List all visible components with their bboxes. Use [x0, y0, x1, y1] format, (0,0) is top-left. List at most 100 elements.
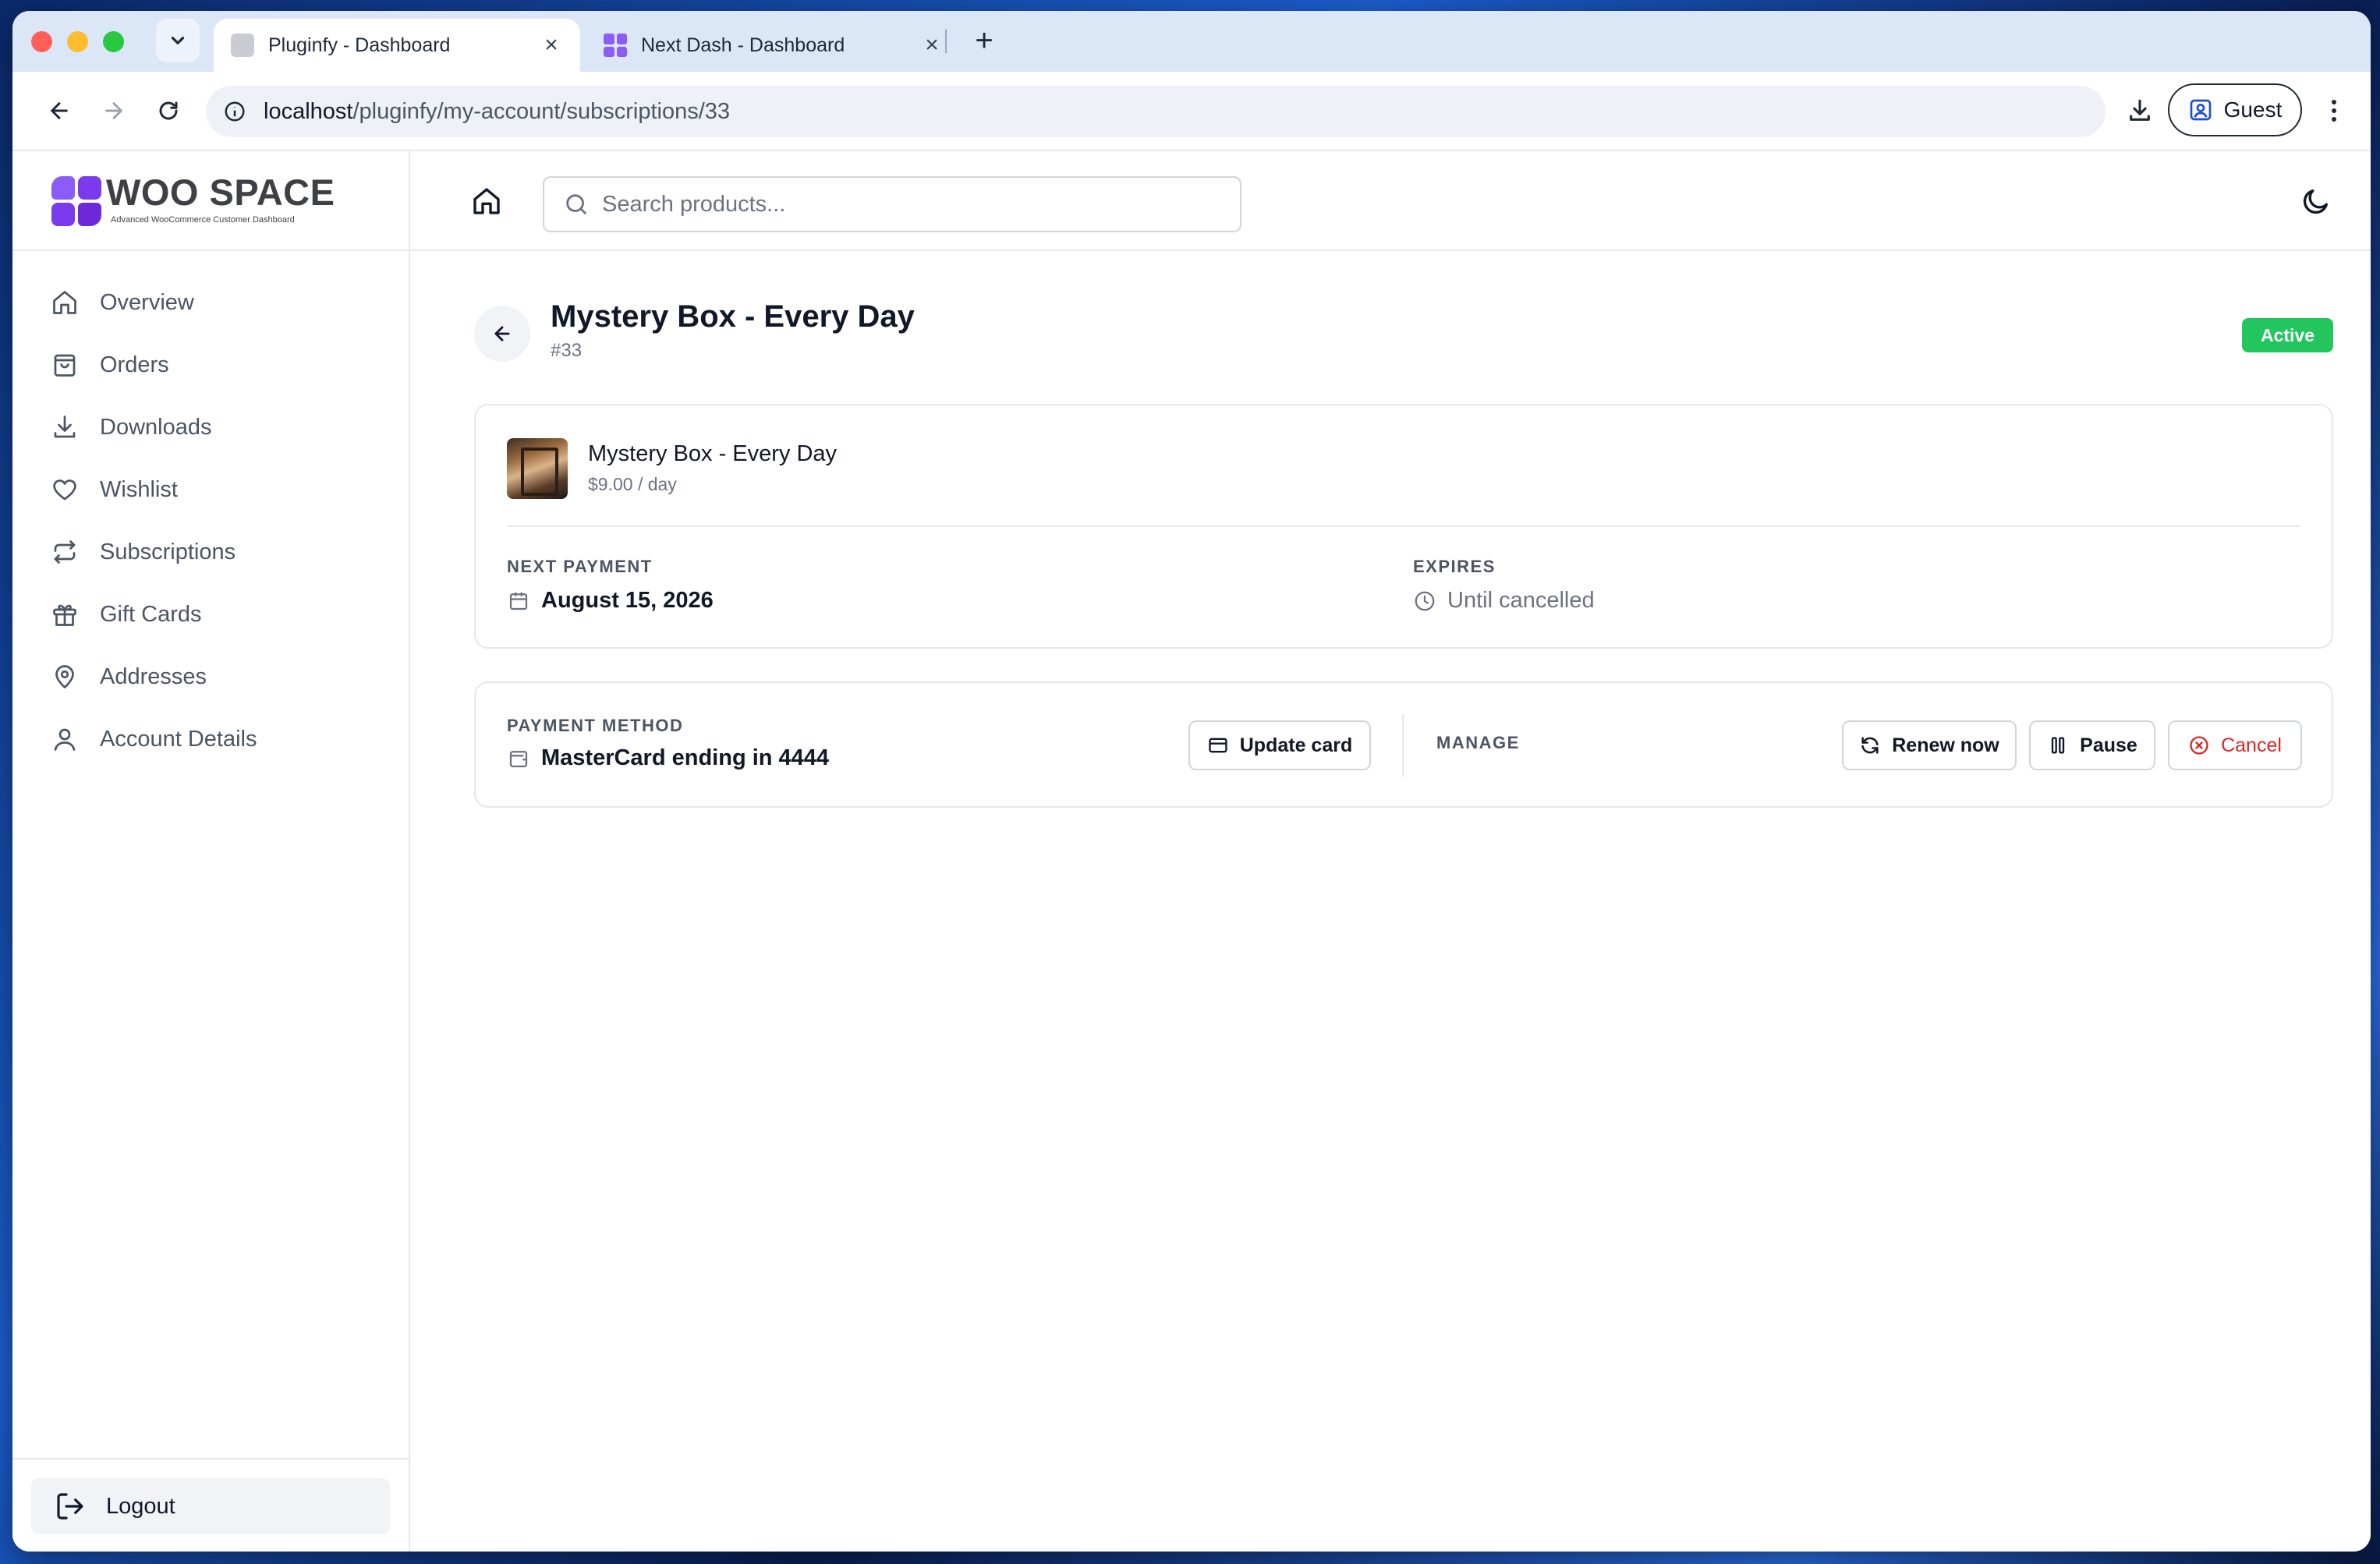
payment-method-label: PAYMENT METHOD: [507, 716, 684, 735]
sidebar-item-orders[interactable]: Orders: [12, 334, 409, 396]
profile-button[interactable]: Guest: [2168, 83, 2302, 136]
sidebar-item-label: Account Details: [100, 726, 257, 752]
tab-separator: [945, 30, 947, 53]
sidebar-item-label: Addresses: [100, 663, 207, 689]
sidebar-item-label: Gift Cards: [100, 601, 202, 627]
tab-pluginfy[interactable]: Pluginfy - Dashboard ×: [214, 19, 580, 72]
page-title: Mystery Box - Every Day: [551, 299, 915, 334]
favicon-icon: [604, 34, 627, 57]
clock-icon: [1415, 591, 1435, 610]
search-input[interactable]: [602, 191, 1240, 218]
renew-now-label: Renew now: [1892, 734, 1999, 756]
tab-search-button[interactable]: [156, 19, 200, 62]
payment-method-text: MasterCard ending in 4444: [541, 745, 830, 770]
logout-button[interactable]: Logout: [31, 1478, 390, 1534]
sidebar-item-overview[interactable]: Overview: [12, 271, 409, 334]
map-pin-icon: [50, 662, 80, 692]
cancel-label: Cancel: [2221, 734, 2282, 756]
divider: [507, 525, 2300, 527]
arrow-right-icon: [105, 102, 122, 119]
x-circle-icon: [2190, 736, 2208, 755]
update-card-button[interactable]: Update card: [1188, 720, 1371, 770]
back-button[interactable]: [39, 90, 80, 131]
sidebar-item-label: Downloads: [100, 414, 212, 440]
renew-now-button[interactable]: Renew now: [1842, 720, 2017, 770]
close-icon[interactable]: ×: [920, 32, 944, 58]
tab-next-dash[interactable]: Next Dash - Dashboard ×: [586, 19, 961, 72]
reload-button[interactable]: [148, 90, 189, 131]
sidebar: WOO SPACE Advanced WooCommerce Customer …: [12, 151, 410, 1552]
home-icon: [473, 188, 500, 214]
manage-label: MANAGE: [1436, 733, 1520, 752]
download-icon: [50, 412, 80, 442]
tab-title: Next Dash - Dashboard: [641, 34, 845, 56]
cancel-button[interactable]: Cancel: [2168, 720, 2302, 770]
maximize-window-button[interactable]: [103, 31, 124, 52]
sidebar-item-gift-cards[interactable]: Gift Cards: [12, 583, 409, 646]
logout-icon: [57, 1493, 83, 1520]
credit-card-icon: [1209, 738, 1227, 753]
update-card-label: Update card: [1239, 734, 1353, 756]
payment-card: PAYMENT METHOD MasterCard ending in 4444…: [474, 681, 2333, 808]
logout-label: Logout: [106, 1493, 175, 1519]
pause-label: Pause: [2080, 734, 2137, 756]
refresh-icon: [1861, 737, 1879, 754]
sidebar-item-label: Orders: [100, 352, 169, 377]
gift-icon: [50, 600, 80, 629]
sidebar-nav: Overview Orders Downloads Wishlist Subsc…: [12, 271, 409, 770]
window-controls: [31, 31, 124, 52]
theme-toggle-button[interactable]: [2297, 182, 2335, 220]
close-window-button[interactable]: [31, 31, 52, 52]
product-price: $9.00 / day: [588, 474, 677, 494]
minimize-window-button[interactable]: [67, 31, 88, 52]
sidebar-item-subscriptions[interactable]: Subscriptions: [12, 521, 409, 583]
expires-value: Until cancelled: [1413, 588, 1595, 614]
downloads-button[interactable]: [2118, 89, 2162, 133]
product-image[interactable]: [507, 438, 568, 499]
status-badge: Active: [2241, 318, 2333, 352]
sidebar-item-label: Subscriptions: [100, 539, 236, 564]
heart-icon: [50, 475, 80, 504]
browser-toolbar: localhost/pluginfy/my-account/subscripti…: [12, 72, 2371, 151]
address-bar[interactable]: localhost/pluginfy/my-account/subscripti…: [206, 86, 2106, 137]
logout-section: Logout: [12, 1458, 409, 1552]
tab-strip: Pluginfy - Dashboard × Next Dash - Dashb…: [12, 11, 2371, 72]
main-content: Mystery Box - Every Day #33 Active Myste…: [410, 151, 2371, 1552]
brand-logo[interactable]: WOO SPACE Advanced WooCommerce Customer …: [12, 151, 409, 251]
reload-icon: [159, 101, 178, 120]
search-icon: [566, 194, 586, 214]
subscription-card: Mystery Box - Every Day $9.00 / day NEXT…: [474, 404, 2333, 649]
arrow-left-icon: [494, 326, 510, 341]
search-box: [543, 176, 1241, 232]
top-bar: [410, 151, 2371, 251]
repeat-icon: [50, 537, 80, 567]
sidebar-item-downloads[interactable]: Downloads: [12, 396, 409, 458]
pause-button[interactable]: Pause: [2029, 720, 2155, 770]
subscription-id: #33: [551, 340, 583, 361]
expires-label: EXPIRES: [1413, 557, 1496, 576]
forward-button[interactable]: [94, 90, 134, 131]
sidebar-item-wishlist[interactable]: Wishlist: [12, 458, 409, 521]
close-icon[interactable]: ×: [540, 32, 563, 58]
app: WOO SPACE Advanced WooCommerce Customer …: [12, 151, 2371, 1552]
back-to-subscriptions-button[interactable]: [474, 306, 530, 362]
sidebar-item-addresses[interactable]: Addresses: [12, 646, 409, 708]
home-button[interactable]: [468, 182, 505, 220]
browser-window: Pluginfy - Dashboard × Next Dash - Dashb…: [12, 11, 2371, 1552]
profile-label: Guest: [2223, 97, 2283, 122]
home-icon: [50, 288, 80, 317]
payment-method-value: MasterCard ending in 4444: [507, 745, 829, 771]
logo-mark-icon: [51, 176, 101, 226]
product-name[interactable]: Mystery Box - Every Day: [588, 441, 837, 467]
tab-title: Pluginfy - Dashboard: [268, 34, 451, 56]
brand-name: WOO SPACE: [106, 172, 335, 213]
favicon-icon: [231, 34, 254, 57]
calendar-icon: [509, 592, 528, 610]
brand-tagline: Advanced WooCommerce Customer Dashboard: [111, 215, 295, 225]
sidebar-item-account-details[interactable]: Account Details: [12, 708, 409, 770]
new-tab-button[interactable]: +: [965, 23, 1003, 58]
site-info-icon[interactable]: [223, 100, 246, 123]
browser-menu-button[interactable]: [2322, 90, 2346, 131]
profile-icon: [2190, 99, 2211, 121]
sidebar-item-label: Wishlist: [100, 476, 178, 502]
